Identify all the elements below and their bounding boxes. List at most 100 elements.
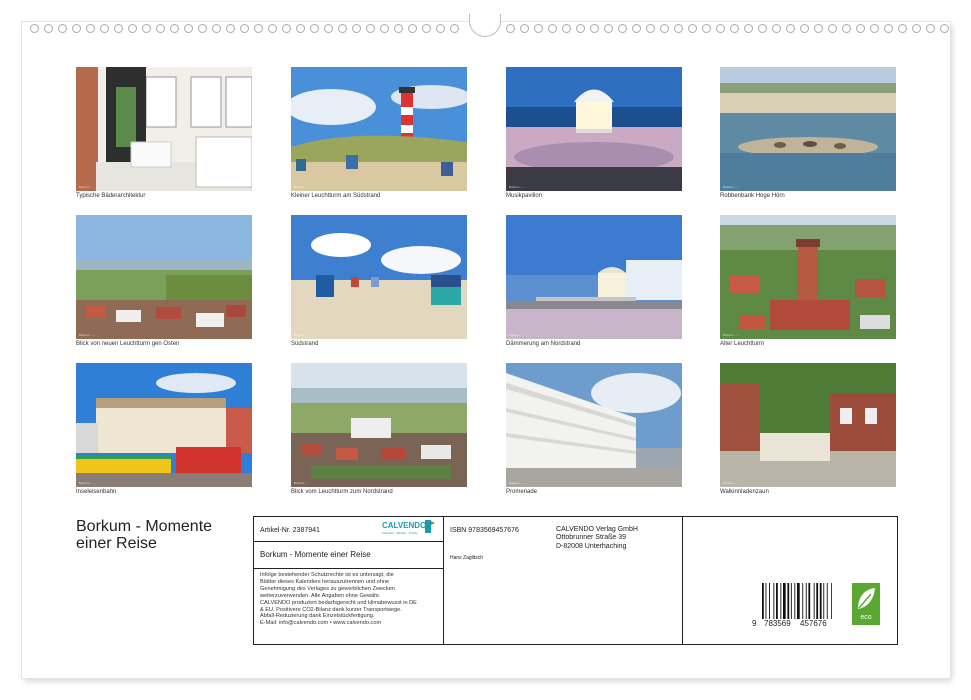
binding-ring — [226, 24, 235, 33]
photo-image — [720, 363, 896, 487]
binding-ring — [534, 24, 543, 33]
binding-ring — [520, 24, 529, 33]
binding-ring — [296, 24, 305, 33]
calvendo-logo: CALVENDO Kalender · Bücher · Puzzle — [382, 520, 438, 538]
photo-caption: Inseleisenbahn — [76, 489, 117, 495]
photo-credit: Borkum ...... — [294, 185, 311, 189]
binding-ring — [632, 24, 641, 33]
legal-line: weiterzuverwenden. Alle Angaben ohne Gew… — [260, 592, 381, 599]
binding-ring — [142, 24, 151, 33]
photo-caption: Kleiner Leuchtturm am Südstrand — [291, 193, 381, 199]
binding-ring — [198, 24, 207, 33]
photo-image — [76, 67, 252, 191]
binding-ring — [618, 24, 627, 33]
photo-veranda: Borkum ...... — [76, 67, 252, 191]
binding-ring — [170, 24, 179, 33]
photo-train: Borkum ...... — [76, 363, 252, 487]
photo-credit: Borkum ...... — [723, 481, 740, 485]
binding-ring — [926, 24, 935, 33]
binding-ring — [254, 24, 263, 33]
binding-ring — [730, 24, 739, 33]
photo-seals: Borkum ...... — [720, 67, 896, 191]
binding-ring — [72, 24, 81, 33]
legal-line: Infolge bestehender Schutzrechte ist es … — [260, 572, 394, 578]
binding-ring — [674, 24, 683, 33]
info-divider — [443, 517, 444, 644]
barcode-digit-first: 9 — [752, 619, 757, 628]
photo-credit: Borkum ...... — [79, 333, 96, 337]
binding-ring — [898, 24, 907, 33]
legal-notice: Infolge bestehender Schutzrechte ist es … — [260, 572, 417, 627]
photo-caption: Typische Bäderarchitektur — [76, 193, 146, 199]
binding-ring — [324, 24, 333, 33]
photo-image — [291, 363, 467, 487]
binding-ring — [562, 24, 571, 33]
photo-credit: Borkum ...... — [294, 333, 311, 337]
photo-image — [291, 67, 467, 191]
info-box: Artikel-Nr. 2387941 CALVENDO Kalender · … — [253, 516, 898, 645]
photo-town-view: Borkum ...... — [76, 215, 252, 339]
photo-credit: Borkum ...... — [723, 185, 740, 189]
legal-line: E-Mail: info@calvendo.com • www.calvendo… — [260, 620, 382, 627]
photo-image — [506, 67, 682, 191]
info-divider — [254, 568, 443, 569]
eco-badge: eco — [852, 583, 880, 625]
binding-ring — [772, 24, 781, 33]
binding-ring — [940, 24, 949, 33]
binding-ring — [44, 24, 53, 33]
photo-credit: Borkum ...... — [723, 333, 740, 337]
binding-ring — [394, 24, 403, 33]
publisher-line: D-82008 Unterhaching — [556, 542, 627, 550]
binding-ring — [240, 24, 249, 33]
photo-caption: Alter Leuchtturm — [720, 341, 765, 347]
binding-ring — [212, 24, 221, 33]
binding-ring — [156, 24, 165, 33]
binding-ring — [646, 24, 655, 33]
binding-ring — [338, 24, 347, 33]
binding-ring — [576, 24, 585, 33]
binding-ring — [380, 24, 389, 33]
binding-ring — [30, 24, 39, 33]
binding-ring — [450, 24, 459, 33]
binding-ring — [436, 24, 445, 33]
binding-ring — [310, 24, 319, 33]
photo-credit: Borkum ...... — [509, 333, 526, 337]
legal-line: Genehmigung des Verlages zu gewerblichen… — [260, 585, 395, 592]
binding-ring — [590, 24, 599, 33]
binding-ring — [842, 24, 851, 33]
photo-credit: Borkum ...... — [79, 481, 96, 485]
legal-line: CALVENDO produziert bedarfsgerecht und k… — [260, 599, 417, 606]
photo-image — [291, 215, 467, 339]
photo-image — [506, 363, 682, 487]
legal-line: Blätter dieses Kalenders herauszutrennen… — [260, 578, 390, 585]
binding-ring — [282, 24, 291, 33]
photo-promenade-hotel: Borkum ...... — [506, 363, 682, 487]
binding-ring — [660, 24, 669, 33]
binding-ring — [744, 24, 753, 33]
binding-ring — [58, 24, 67, 33]
info-divider — [254, 541, 443, 542]
binding-ring — [884, 24, 893, 33]
info-divider — [682, 517, 683, 644]
binding-ring — [366, 24, 375, 33]
photo-caption: Dämmerung am Nordstrand — [506, 341, 581, 347]
info-subtitle: Borkum - Momente einer Reise — [260, 550, 371, 559]
photo-image — [506, 215, 682, 339]
legal-line: Abfall-Reduzierung dank Einzelstückferti… — [260, 613, 375, 620]
photo-pavilion-night: Borkum ...... — [506, 67, 682, 191]
photo-credit: Borkum ...... — [294, 481, 311, 485]
binding-ring — [128, 24, 137, 33]
author: Hans Zaglitsch — [450, 555, 484, 561]
binding-ring — [352, 24, 361, 33]
binding-ring — [268, 24, 277, 33]
binding-ring — [506, 24, 515, 33]
photo-old-lighthouse: Borkum ...... — [720, 215, 896, 339]
publisher-line: CALVENDO Verlag GmbH — [556, 526, 638, 533]
photo-image — [76, 215, 252, 339]
photo-image — [720, 215, 896, 339]
photo-credit: Borkum ...... — [79, 185, 96, 189]
legal-line: & EU. Positivere CO2-Bilanz dank kurzer … — [260, 606, 402, 613]
binding-ring — [870, 24, 879, 33]
barcode — [762, 583, 832, 619]
article-number: Artikel-Nr. 2387941 — [260, 527, 320, 534]
